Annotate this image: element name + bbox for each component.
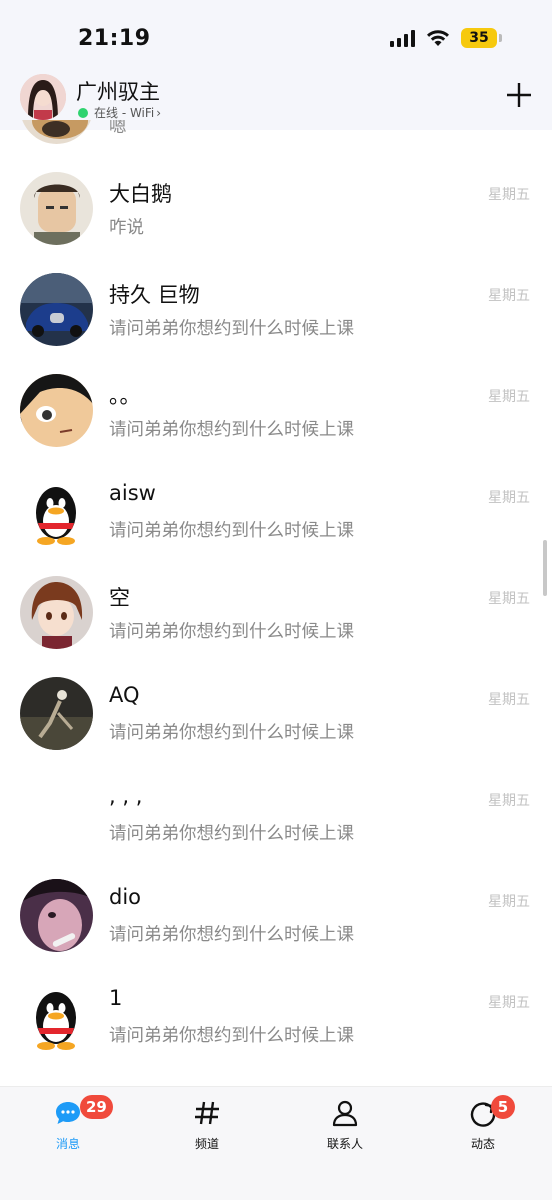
- notification-badge: 5: [491, 1095, 515, 1119]
- unread-badge: 29: [80, 1095, 113, 1119]
- online-status-text: 在线 - WiFi: [94, 106, 155, 120]
- tab-label: 频道: [194, 1137, 219, 1151]
- profile-name[interactable]: 广州驭主: [76, 76, 160, 106]
- conversation-time: 星期五: [488, 389, 530, 405]
- list-item[interactable]: dio 请问弟弟你想约到什么时候上课 星期五: [0, 865, 552, 966]
- conversation-name: 。。: [109, 384, 141, 408]
- battery-level: 35: [461, 28, 497, 48]
- avatar: [20, 677, 93, 750]
- conversation-list[interactable]: 嗯 大白鹅 咋说 星期五 持久 巨物 请问弟弟你想约到什么时候上课 星期五 。。…: [0, 120, 552, 1086]
- conversation-preview: 请问弟弟你想约到什么时候上课: [109, 723, 354, 743]
- conversation-preview: 请问弟弟你想约到什么时候上课: [109, 824, 354, 844]
- profile-avatar[interactable]: [20, 74, 66, 120]
- conversation-preview: 请问弟弟你想约到什么时候上课: [109, 319, 354, 339]
- conversation-time: 星期五: [488, 692, 530, 708]
- plus-icon[interactable]: [506, 82, 532, 108]
- chat-bubble-icon: [56, 1102, 80, 1124]
- conversation-name: , , ,: [109, 784, 143, 808]
- list-item[interactable]: 嗯: [0, 120, 552, 158]
- list-item[interactable]: 空 请问弟弟你想约到什么时候上课 星期五: [0, 562, 552, 663]
- avatar: [20, 576, 93, 649]
- conversation-name: dio: [109, 885, 142, 909]
- conversation-time: 星期五: [488, 288, 530, 304]
- tab-messages[interactable]: 29 消息: [13, 1095, 123, 1159]
- avatar: [20, 778, 93, 851]
- avatar: [20, 120, 93, 144]
- status-icons: 35: [390, 28, 502, 48]
- tab-channels[interactable]: 频道: [152, 1095, 262, 1159]
- conversation-preview: 嗯: [109, 120, 127, 137]
- conversation-name: 持久 巨物: [109, 283, 200, 307]
- online-dot-icon: [78, 107, 88, 118]
- avatar: [20, 172, 93, 245]
- conversation-preview: 请问弟弟你想约到什么时候上课: [109, 521, 354, 541]
- conversation-time: 星期五: [488, 490, 530, 506]
- conversation-name: 空: [109, 586, 130, 610]
- conversation-preview: 请问弟弟你想约到什么时候上课: [109, 925, 354, 945]
- tab-contacts[interactable]: 联系人: [290, 1095, 400, 1159]
- status-bar: 21:19 35: [0, 0, 552, 78]
- list-item[interactable]: 。。 请问弟弟你想约到什么时候上课 星期五: [0, 360, 552, 461]
- wifi-icon: [427, 30, 449, 46]
- conversation-time: 星期五: [488, 793, 530, 809]
- conversation-time: 星期五: [488, 187, 530, 203]
- avatar: [20, 374, 93, 447]
- conversation-preview: 请问弟弟你想约到什么时候上课: [109, 1026, 354, 1046]
- conversation-time: 星期五: [488, 894, 530, 910]
- conversation-time: 星期五: [488, 591, 530, 607]
- tab-label: 联系人: [326, 1137, 363, 1151]
- list-item[interactable]: aisw 请问弟弟你想约到什么时候上课 星期五: [0, 461, 552, 562]
- avatar: [20, 980, 93, 1053]
- cellular-signal-icon: [390, 29, 415, 47]
- avatar: [20, 475, 93, 548]
- battery-icon: 35: [461, 28, 502, 48]
- person-icon: [332, 1100, 358, 1127]
- tab-bar: 29 消息 频道 联系人 5 动态: [0, 1086, 552, 1200]
- conversation-preview: 请问弟弟你想约到什么时候上课: [109, 622, 354, 642]
- status-time: 21:19: [78, 26, 151, 51]
- list-item[interactable]: 持久 巨物 请问弟弟你想约到什么时候上课 星期五: [0, 259, 552, 360]
- conversation-time: 星期五: [488, 995, 530, 1011]
- tab-label: 动态: [470, 1137, 495, 1151]
- scrollbar[interactable]: [543, 540, 547, 596]
- conversation-name: AQ: [109, 683, 140, 707]
- online-status[interactable]: 在线 - WiFi ›: [78, 104, 161, 121]
- hash-icon: [195, 1101, 219, 1125]
- conversation-name: 大白鹅: [109, 182, 172, 206]
- avatar: [20, 879, 93, 952]
- conversation-name: aisw: [109, 481, 156, 505]
- conversation-name: 1: [109, 986, 123, 1010]
- tab-label: 消息: [55, 1137, 80, 1151]
- chevron-right-icon: ›: [156, 105, 162, 120]
- list-item[interactable]: , , , 请问弟弟你想约到什么时候上课 星期五: [0, 764, 552, 865]
- list-item[interactable]: 大白鹅 咋说 星期五: [0, 158, 552, 259]
- tab-moments[interactable]: 5 动态: [428, 1095, 538, 1159]
- list-item[interactable]: AQ 请问弟弟你想约到什么时候上课 星期五: [0, 663, 552, 764]
- conversation-preview: 咋说: [109, 218, 144, 238]
- list-item[interactable]: 1 请问弟弟你想约到什么时候上课 星期五: [0, 966, 552, 1067]
- avatar: [20, 273, 93, 346]
- conversation-preview: 请问弟弟你想约到什么时候上课: [109, 420, 354, 440]
